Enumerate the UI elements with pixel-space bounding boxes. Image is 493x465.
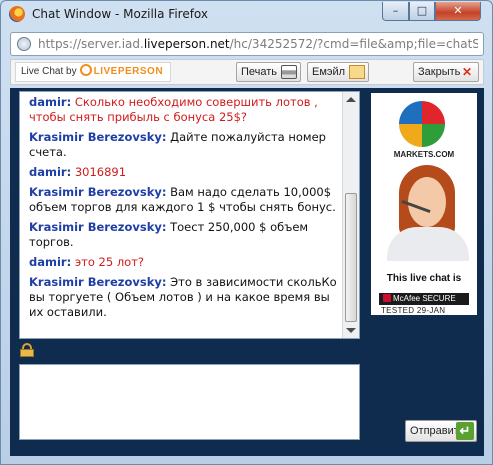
title-bar: Chat Window - Mozilla Firefox – □ ✕ xyxy=(1,1,492,29)
message-author: Krasimir Berezovsky: xyxy=(29,130,167,144)
tested-date: TESTED 29-JAN xyxy=(381,306,446,315)
browser-window: Chat Window - Mozilla Firefox – □ ✕ http… xyxy=(0,0,493,465)
url-prefix: https://server.iad. xyxy=(38,37,144,51)
print-label: Печать xyxy=(241,66,278,78)
message-author: damir: xyxy=(29,255,72,269)
ad-brand: MARKETS.COM xyxy=(393,150,455,159)
agent-body xyxy=(387,227,469,261)
ad-tagline: This live chat is xyxy=(386,273,462,284)
message-author: Krasimir Berezovsky: xyxy=(29,275,167,289)
message-author: damir: xyxy=(29,165,72,179)
chat-message: damir: Сколько необходимо совершить лото… xyxy=(29,95,342,125)
support-agent-image xyxy=(381,165,471,261)
mcafee-shield-icon xyxy=(383,294,391,302)
address-bar[interactable]: https://server.iad.liveperson.net/hc/342… xyxy=(10,32,484,56)
window-title: Chat Window - Mozilla Firefox xyxy=(32,7,209,21)
enter-arrow-icon: ↵ xyxy=(456,422,474,440)
message-input[interactable] xyxy=(19,364,360,440)
close-icon: ✕ xyxy=(461,65,472,79)
mcafee-badge[interactable]: McAfee SECURE xyxy=(379,293,469,305)
chat-toolbar: Live Chat by LIVEPERSON Печать Емэйл Закр… xyxy=(10,59,484,85)
url-suffix: /hc/34252572/?cmd=file&amp;file=chatStar… xyxy=(229,37,478,51)
email-label: Емэйл xyxy=(312,66,346,78)
liveperson-logo-icon xyxy=(79,64,92,76)
mcafee-label: McAfee SECURE xyxy=(393,294,456,303)
lock-body xyxy=(20,349,34,357)
envelope-icon xyxy=(349,65,365,79)
message-author: Krasimir Berezovsky: xyxy=(29,185,167,199)
chat-message: damir: это 25 лот? xyxy=(29,255,342,270)
agent-face xyxy=(408,177,446,227)
close-label: Закрыть xyxy=(418,66,461,78)
site-globe-icon xyxy=(17,37,31,51)
brand-name: LIVEPERSON xyxy=(93,66,164,77)
chat-message: damir: 3016891 xyxy=(29,165,342,180)
message-text: 3016891 xyxy=(74,165,127,179)
chat-message: Krasimir Berezovsky: Тоест 250,000 $ объ… xyxy=(29,220,342,250)
printer-icon xyxy=(281,65,297,79)
send-button[interactable]: Отправить ↵ xyxy=(405,420,477,442)
close-window-button[interactable]: ✕ xyxy=(435,2,481,21)
chat-message: Krasimir Berezovsky: Вам надо сделать 10… xyxy=(29,185,342,215)
scroll-thumb[interactable] xyxy=(345,193,357,322)
chat-message: Krasimir Berezovsky: Дайте пожалуйста но… xyxy=(29,130,342,160)
url-text: https://server.iad.liveperson.net/hc/342… xyxy=(38,37,478,51)
firefox-icon xyxy=(9,6,25,22)
message-text: это 25 лот? xyxy=(74,255,145,269)
lock-icon xyxy=(20,343,34,357)
sponsor-banner[interactable]: MARKETS.COM This live chat is McAfee SEC… xyxy=(371,93,477,315)
print-button[interactable]: Печать xyxy=(236,62,301,82)
maximize-button[interactable]: □ xyxy=(409,2,435,21)
markets-globe-logo-icon xyxy=(399,101,445,147)
close-chat-button[interactable]: Закрыть ✕ xyxy=(413,62,479,82)
email-button[interactable]: Емэйл xyxy=(307,62,369,82)
message-author: damir: xyxy=(29,95,72,109)
message-text: Сколько необходимо совершить лотов , что… xyxy=(29,95,318,124)
liveperson-badge[interactable]: Live Chat by LIVEPERSON xyxy=(15,62,171,82)
chat-transcript[interactable]: damir: Сколько необходимо совершить лото… xyxy=(19,91,360,339)
brand-label: Live Chat by xyxy=(21,66,77,77)
message-list: damir: Сколько необходимо совершить лото… xyxy=(20,92,342,325)
url-domain: liveperson.net xyxy=(143,37,230,51)
minimize-button[interactable]: – xyxy=(382,2,409,21)
transcript-scrollbar[interactable] xyxy=(342,92,359,338)
scroll-down-arrow-icon[interactable] xyxy=(346,328,356,333)
message-author: Krasimir Berezovsky: xyxy=(29,220,167,234)
scroll-up-arrow-icon[interactable] xyxy=(346,97,356,102)
chat-message: Krasimir Berezovsky: Это в зависимости с… xyxy=(29,275,342,320)
